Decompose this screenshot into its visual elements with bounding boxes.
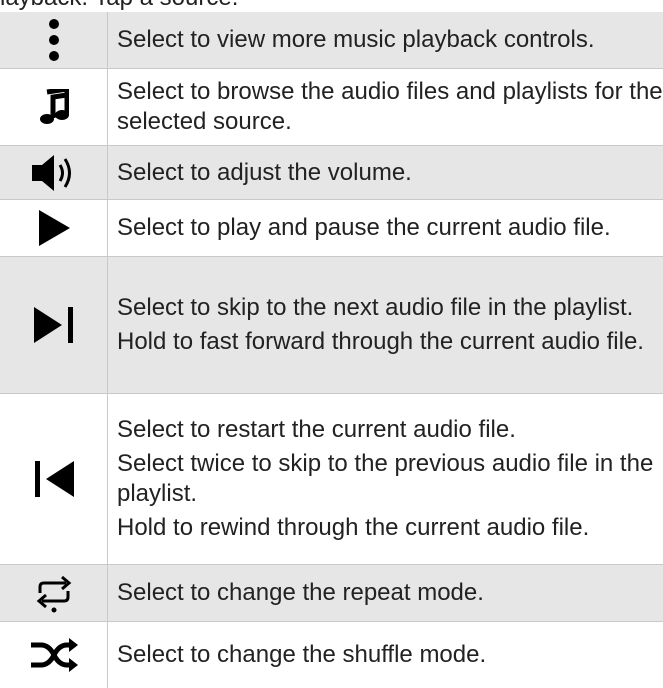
- icon-cell: [0, 257, 108, 393]
- description-line: Hold to rewind through the current audio…: [117, 514, 590, 541]
- description-cell: Select to adjust the volume.: [108, 146, 663, 199]
- description-line: Select to browse the audio files and pla…: [117, 78, 663, 135]
- icon-cell: [0, 565, 108, 621]
- table-row: Select to adjust the volume.: [0, 146, 663, 200]
- description-cell: Select to skip to the next audio file in…: [108, 257, 663, 393]
- shuffle-icon: [30, 638, 78, 672]
- description-line: Select to adjust the volume.: [117, 158, 412, 186]
- play-icon: [38, 210, 70, 246]
- volume-icon: [31, 154, 71, 191]
- description-line: Select to change the shuffle mode.: [117, 641, 487, 668]
- table-row: Select to change the repeat mode.: [0, 565, 663, 622]
- description-cell: Select to browse the audio files and pla…: [108, 69, 663, 145]
- skip-next-icon: [33, 307, 73, 343]
- header-text: layback. Tap a source.: [0, 0, 238, 12]
- description-line: Select to view more music playback contr…: [117, 26, 595, 53]
- description-line: Select to skip to the next audio file in…: [117, 294, 634, 321]
- table-row: Select to skip to the next audio file in…: [0, 257, 663, 394]
- table-row: Select to browse the audio files and pla…: [0, 69, 663, 146]
- description-line: Select twice to skip to the previous aud…: [117, 450, 654, 507]
- skip-previous-icon: [34, 461, 74, 497]
- table-row: Select to view more music playback contr…: [0, 12, 663, 69]
- description-cell: Select to play and pause the current aud…: [108, 200, 663, 256]
- description-line: Select to change the repeat mode.: [117, 579, 484, 606]
- description-line: Select to play and pause the current aud…: [117, 214, 611, 241]
- icon-cell: [0, 69, 108, 145]
- table-row: Select to restart the current audio file…: [0, 394, 663, 565]
- controls-table: Select to view more music playback contr…: [0, 12, 663, 688]
- icon-cell: [0, 622, 108, 688]
- table-row: Select to change the shuffle mode.: [0, 622, 663, 688]
- description-cell: Select to change the shuffle mode.: [108, 622, 663, 688]
- description-line: Select to restart the current audio file…: [117, 416, 516, 443]
- music-note-icon: [39, 89, 69, 124]
- icon-cell: [0, 146, 108, 199]
- icon-cell: [0, 200, 108, 256]
- more-vertical-icon: [48, 19, 59, 61]
- icon-cell: [0, 12, 108, 68]
- description-cell: Select to restart the current audio file…: [108, 394, 663, 564]
- icon-cell: [0, 394, 108, 564]
- repeat-icon: [36, 575, 71, 613]
- description-line: Hold to fast forward through the current…: [117, 328, 644, 355]
- description-cell: Select to view more music playback contr…: [108, 12, 663, 68]
- description-cell: Select to change the repeat mode.: [108, 565, 663, 621]
- table-row: Select to play and pause the current aud…: [0, 200, 663, 257]
